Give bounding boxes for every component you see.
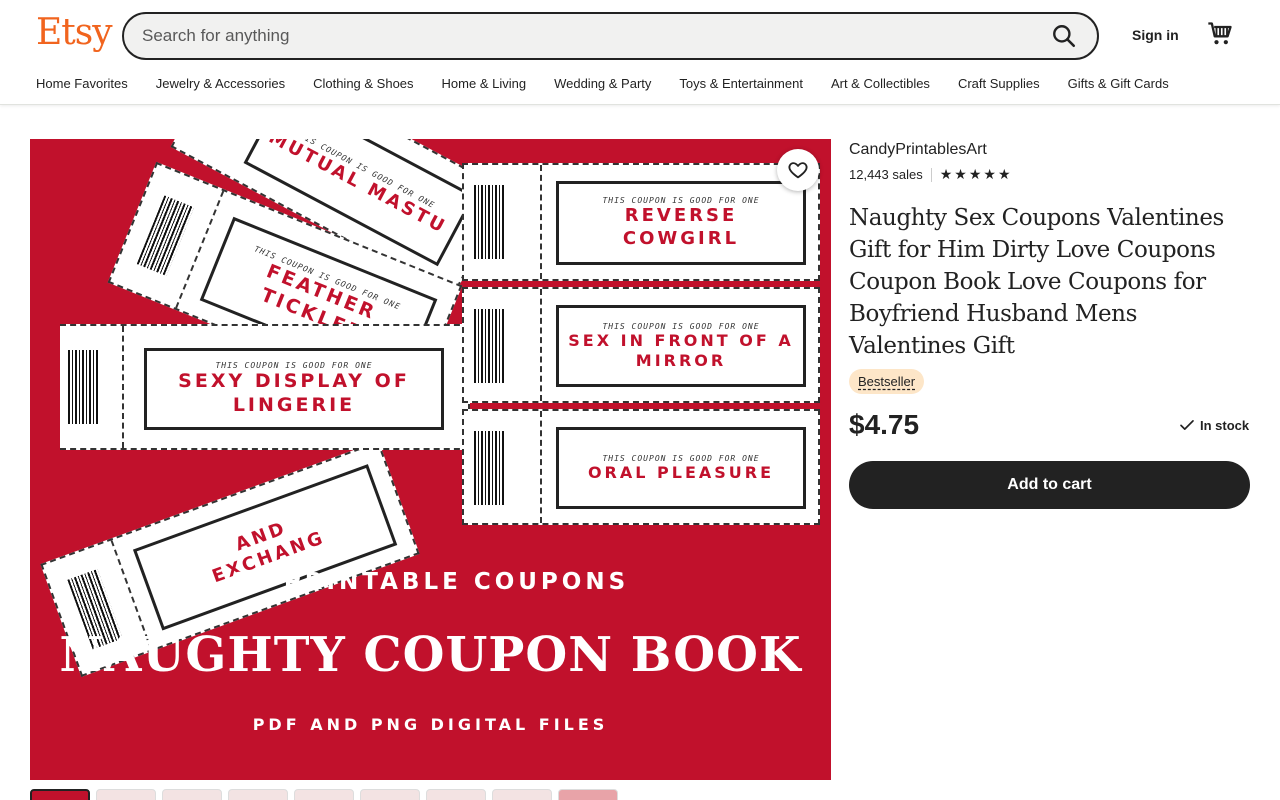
category-jewelry[interactable]: Jewelry & Accessories bbox=[156, 76, 285, 91]
thumbnail[interactable] bbox=[558, 789, 618, 800]
bestseller-badge[interactable]: Bestseller bbox=[849, 369, 925, 394]
image-line-files: PDF AND PNG DIGITAL FILES bbox=[252, 715, 609, 734]
coupon-reverse-cowgirl: THIS COUPON IS GOOD FOR ONE REVERSE COWG… bbox=[462, 163, 820, 281]
thumbnail[interactable] bbox=[294, 789, 354, 800]
thumbnail[interactable] bbox=[426, 789, 486, 800]
category-craft[interactable]: Craft Supplies bbox=[958, 76, 1040, 91]
category-clothing[interactable]: Clothing & Shoes bbox=[313, 76, 413, 91]
etsy-logo[interactable]: Etsy bbox=[36, 12, 113, 53]
barcode-graphic bbox=[136, 195, 195, 276]
category-home-favorites[interactable]: Home Favorites bbox=[36, 76, 128, 91]
category-wedding[interactable]: Wedding & Party bbox=[554, 76, 651, 91]
coupon-oral: THIS COUPON IS GOOD FOR ONE ORAL PLEASUR… bbox=[462, 409, 820, 525]
checkmark-icon bbox=[1180, 420, 1194, 430]
search-bar[interactable] bbox=[122, 12, 1099, 60]
search-input[interactable] bbox=[142, 14, 1022, 58]
shop-name-link[interactable]: CandyPrintablesArt bbox=[849, 141, 987, 159]
category-gifts[interactable]: Gifts & Gift Cards bbox=[1068, 76, 1169, 91]
coupon-inner: AND EXCHANG bbox=[132, 464, 398, 631]
coupon-text: ORAL PLEASURE bbox=[587, 462, 775, 482]
coupon-text: SEX IN FRONT OF A MIRROR bbox=[568, 330, 794, 370]
sales-count: 12,443 sales bbox=[849, 167, 923, 182]
barcode-graphic bbox=[68, 350, 100, 424]
thumbnail[interactable] bbox=[162, 789, 222, 800]
coupon-inner: THIS COUPON IS GOOD FOR ONE SEX IN FRONT… bbox=[556, 305, 806, 387]
coupon-divider bbox=[540, 411, 542, 523]
cart-icon bbox=[1208, 22, 1232, 45]
category-art[interactable]: Art & Collectibles bbox=[831, 76, 930, 91]
sign-in-link[interactable]: Sign in bbox=[1132, 27, 1179, 43]
category-home-living[interactable]: Home & Living bbox=[442, 76, 527, 91]
cart-button[interactable] bbox=[1206, 20, 1234, 48]
heart-icon bbox=[788, 162, 808, 179]
shop-stats: 12,443 sales ★★★★★ bbox=[849, 166, 1013, 183]
search-button[interactable] bbox=[1049, 22, 1079, 52]
coupon-caption: THIS COUPON IS GOOD FOR ONE bbox=[602, 321, 760, 331]
listing-title: Naughty Sex Coupons Valentines Gift for … bbox=[849, 205, 1224, 359]
coupon-text: REVERSE COWGIRL bbox=[622, 205, 740, 249]
coupon-mirror: THIS COUPON IS GOOD FOR ONE SEX IN FRONT… bbox=[462, 287, 820, 403]
thumbnail[interactable] bbox=[30, 789, 90, 800]
thumbnail[interactable] bbox=[492, 789, 552, 800]
barcode-graphic bbox=[474, 309, 506, 383]
barcode-graphic bbox=[474, 185, 506, 259]
thumbnail-strip bbox=[30, 789, 618, 800]
star-rating-icon[interactable]: ★★★★★ bbox=[940, 166, 1013, 183]
stock-status: In stock bbox=[1178, 416, 1249, 434]
coupon-lingerie: THIS COUPON IS GOOD FOR ONE SEXY DISPLAY… bbox=[60, 324, 470, 450]
stock-label: In stock bbox=[1200, 417, 1250, 433]
coupon-text: SEXY DISPLAY OF LINGERIE bbox=[178, 369, 410, 416]
coupon-caption: THIS COUPON IS GOOD FOR ONE bbox=[602, 196, 760, 205]
price: $4.75 bbox=[849, 409, 920, 440]
thumbnail[interactable] bbox=[360, 789, 420, 800]
coupon-caption: THIS COUPON IS GOOD FOR ONE bbox=[215, 360, 373, 370]
add-to-cart-button[interactable]: Add to cart bbox=[849, 461, 1250, 509]
search-icon bbox=[1053, 24, 1076, 47]
category-nav: Home Favorites Jewelry & Accessories Clo… bbox=[36, 76, 1197, 91]
image-line-coupons: 92 PRINTABLE COUPONS bbox=[231, 569, 630, 595]
coupon-divider bbox=[540, 165, 542, 279]
favorite-button[interactable] bbox=[777, 149, 819, 191]
barcode-graphic bbox=[474, 431, 506, 505]
coupon-divider bbox=[540, 289, 542, 401]
coupon-divider bbox=[122, 326, 124, 448]
thumbnail[interactable] bbox=[228, 789, 288, 800]
coupon-inner: THIS COUPON IS GOOD FOR ONE REVERSE COWG… bbox=[556, 181, 806, 265]
image-line-title: NAUGHTY COUPON BOOK bbox=[59, 627, 802, 683]
divider bbox=[930, 167, 932, 182]
coupon-inner: THIS COUPON IS GOOD FOR ONE SEXY DISPLAY… bbox=[144, 348, 444, 430]
thumbnail[interactable] bbox=[96, 789, 156, 800]
site-header: Etsy Sign in Home Favorites Jewelry & Ac… bbox=[0, 0, 1280, 105]
category-toys[interactable]: Toys & Entertainment bbox=[679, 76, 803, 91]
product-image[interactable]: THIS COUPON IS GOOD FOR ONE MUTUAL MASTU… bbox=[30, 139, 831, 780]
coupon-caption: THIS COUPON IS GOOD FOR ONE bbox=[602, 453, 760, 463]
coupon-inner: THIS COUPON IS GOOD FOR ONE ORAL PLEASUR… bbox=[556, 427, 806, 509]
